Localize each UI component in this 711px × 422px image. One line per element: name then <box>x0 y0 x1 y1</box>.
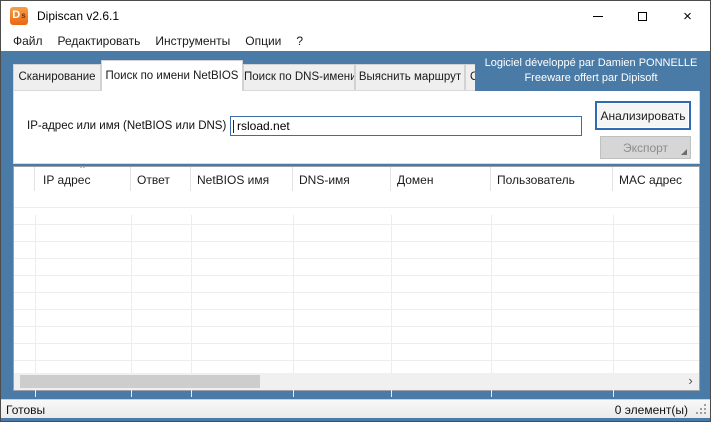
ip-name-label: IP-адрес или имя (NetBIOS или DNS) <box>27 120 227 132</box>
scrollbar-thumb[interactable] <box>20 375 260 388</box>
column-gridline <box>491 215 492 397</box>
close-icon: × <box>683 7 692 25</box>
item-count: 0 элемент(ы) <box>614 403 688 417</box>
analyze-button[interactable]: Анализировать <box>595 101 691 130</box>
column-gridline <box>293 215 294 397</box>
tab-dns-search[interactable]: Поиск по DNS-имени <box>243 64 355 90</box>
table-header: ^ IP адрес Ответ NetBIOS имя DNS-имя Доме… <box>14 167 699 191</box>
resize-grip[interactable] <box>696 404 708 416</box>
tab-scan[interactable]: Сканирование <box>13 64 101 90</box>
app-icon: Ds <box>10 7 28 25</box>
table-body-grid <box>14 191 699 397</box>
scroll-right-button[interactable]: › <box>682 373 699 390</box>
minimize-icon <box>592 15 603 17</box>
minimize-button[interactable] <box>575 1 620 31</box>
horizontal-scrollbar[interactable]: ‹ › <box>14 373 699 390</box>
credits-banner: Logiciel développé par Damien PONNELLE F… <box>475 53 707 91</box>
export-dropdown-icon <box>681 149 687 155</box>
maximize-button[interactable] <box>620 1 665 31</box>
column-gridline <box>191 215 192 397</box>
titlebar[interactable]: Ds Dipiscan v2.6.1 × <box>1 1 710 31</box>
menu-help[interactable]: ? <box>296 34 303 48</box>
menu-options[interactable]: Опции <box>245 34 281 48</box>
column-header-response[interactable]: Ответ <box>131 167 191 191</box>
column-gridline <box>391 215 392 397</box>
credits-line2: Freeware offert par Dipisoft <box>524 72 658 84</box>
column-header-mac[interactable]: MAC адрес <box>613 167 699 191</box>
app-icon-sub-letter: s <box>21 11 26 20</box>
menu-edit[interactable]: Редактировать <box>58 34 141 48</box>
close-button[interactable]: × <box>665 1 710 31</box>
app-window: Ds Dipiscan v2.6.1 × Файл Редактировать … <box>0 0 711 422</box>
menu-tools[interactable]: Инструменты <box>155 34 230 48</box>
export-button-label: Экспорт <box>622 140 669 155</box>
window-controls: × <box>575 1 710 31</box>
window-title: Dipiscan v2.6.1 <box>37 9 120 23</box>
column-header-user[interactable]: Пользователь <box>491 167 613 191</box>
column-header-rowmark[interactable] <box>14 167 35 191</box>
text-caret <box>233 120 234 133</box>
netbios-search-panel: IP-адрес или имя (NetBIOS или DNS) Анали… <box>13 90 700 164</box>
column-header-dns-name[interactable]: DNS-имя <box>293 167 391 191</box>
results-table: ^ IP адрес Ответ NetBIOS имя DNS-имя Доме… <box>13 166 700 397</box>
column-header-netbios-name[interactable]: NetBIOS имя <box>191 167 293 191</box>
status-text: Готовы <box>6 403 46 417</box>
column-gridline <box>613 215 614 397</box>
menu-file[interactable]: Файл <box>13 34 43 48</box>
statusbar: Готовы 0 элемент(ы) <box>1 399 710 418</box>
sort-ascending-icon: ^ <box>80 167 85 173</box>
export-button[interactable]: Экспорт <box>600 136 691 159</box>
app-icon-letter: D <box>12 9 21 21</box>
column-gridline <box>131 215 132 397</box>
column-header-domain[interactable]: Домен <box>391 167 491 191</box>
scroll-right-icon: › <box>688 373 693 388</box>
tab-netbios-search[interactable]: Поиск по имени NetBIOS <box>101 60 243 91</box>
ip-name-input[interactable] <box>230 116 582 136</box>
maximize-icon <box>638 11 647 21</box>
menubar: Файл Редактировать Инструменты Опции ? <box>1 31 710 51</box>
column-header-ip[interactable]: ^ IP адрес <box>35 167 131 191</box>
column-gridline <box>35 215 36 397</box>
column-header-ip-label: IP адрес <box>43 173 91 187</box>
credits-line1: Logiciel développé par Damien PONNELLE <box>484 57 698 69</box>
tab-traceroute[interactable]: Выяснить маршрут <box>355 64 465 90</box>
